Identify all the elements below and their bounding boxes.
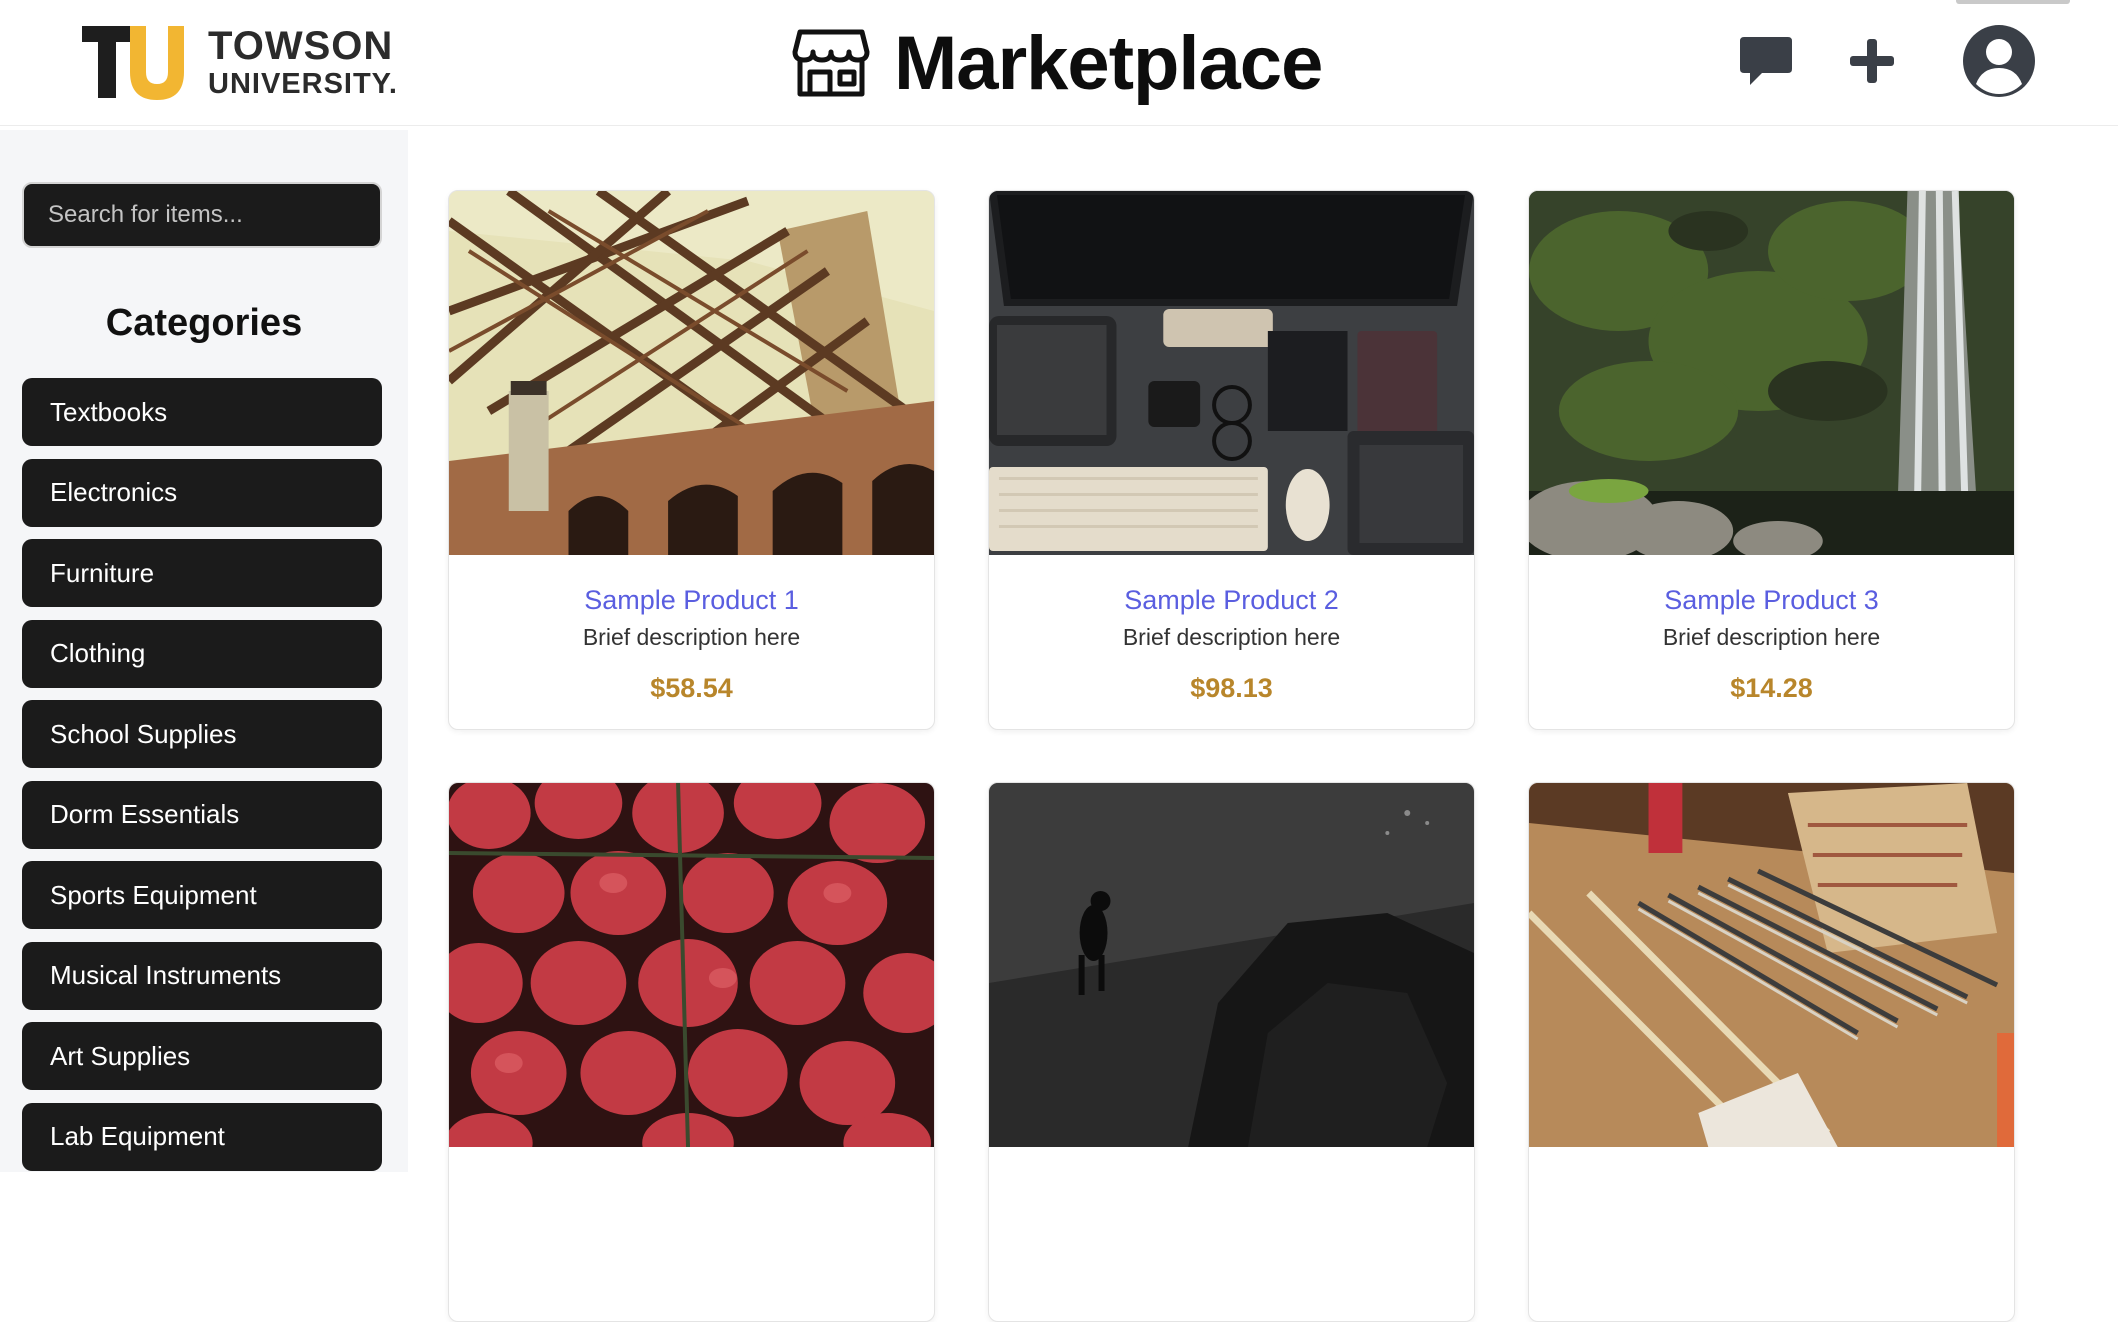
category-button-sports-equipment[interactable]: Sports Equipment (22, 861, 382, 929)
category-button-furniture[interactable]: Furniture (22, 539, 382, 607)
product-description: Brief description here (1122, 624, 1341, 650)
logo-wordmark: TOWSON UNIVERSITY. (208, 26, 398, 99)
category-button-textbooks[interactable]: Textbooks (22, 378, 382, 446)
product-card[interactable] (1528, 782, 2015, 1322)
categories-heading: Categories (105, 302, 303, 344)
product-card[interactable]: Sample Product 3 Brief description here … (1528, 190, 2015, 730)
category-button-clothing[interactable]: Clothing (22, 619, 382, 688)
page-title-group: Marketplace (792, 20, 1323, 106)
category-button-dorm-essentials[interactable]: Dorm Essentials (22, 780, 382, 849)
page-title: Marketplace (894, 20, 1323, 106)
product-name[interactable]: Sample Product 3 (1529, 585, 2014, 616)
product-card[interactable] (448, 782, 935, 1322)
category-button-electronics[interactable]: Electronics (22, 458, 382, 527)
product-image-desk (989, 191, 1474, 555)
product-name[interactable]: Sample Product 1 (449, 585, 934, 616)
user-avatar-icon[interactable] (1960, 22, 2038, 100)
tu-logo-mark (82, 26, 184, 100)
product-price: $98.13 (1190, 673, 1273, 703)
product-price: $14.28 (1730, 673, 1813, 703)
product-image-strawberries (449, 783, 934, 1147)
product-image-waterfall (1529, 191, 2014, 555)
product-name[interactable]: Sample Product 2 (989, 585, 1474, 616)
category-button-lab-equipment[interactable]: Lab Equipment (22, 1102, 382, 1171)
search-input[interactable] (22, 182, 382, 248)
sidebar: Categories Textbooks Electronics Furnitu… (0, 130, 408, 1172)
chat-icon[interactable] (1738, 33, 1794, 89)
category-list: Textbooks Electronics Furniture Clothing… (22, 378, 384, 1183)
product-card[interactable]: Sample Product 1 Brief description here … (448, 190, 935, 730)
product-price: $58.54 (650, 673, 733, 703)
plus-icon[interactable] (1846, 35, 1898, 87)
logo-line2: UNIVERSITY. (208, 68, 398, 100)
store-icon (792, 29, 870, 97)
towson-university-logo[interactable]: TOWSON UNIVERSITY. (80, 22, 397, 102)
header-actions (1738, 22, 2038, 100)
category-button-musical-instruments[interactable]: Musical Instruments (22, 941, 382, 1010)
app-header: TOWSON UNIVERSITY. Marketplace (0, 0, 2118, 126)
product-description: Brief description here (582, 624, 801, 650)
window-tab-indicator (1956, 0, 2070, 4)
product-image-diver (989, 783, 1474, 1147)
product-image-bridge (449, 191, 934, 555)
product-card[interactable] (988, 782, 1475, 1322)
product-image-tools (1529, 783, 2014, 1147)
product-card[interactable]: Sample Product 2 Brief description here … (988, 190, 1475, 730)
category-button-art-supplies[interactable]: Art Supplies (22, 1022, 382, 1090)
product-description: Brief description here (1662, 624, 1881, 650)
logo-line1: TOWSON (208, 24, 394, 68)
category-button-school-supplies[interactable]: School Supplies (22, 700, 382, 768)
